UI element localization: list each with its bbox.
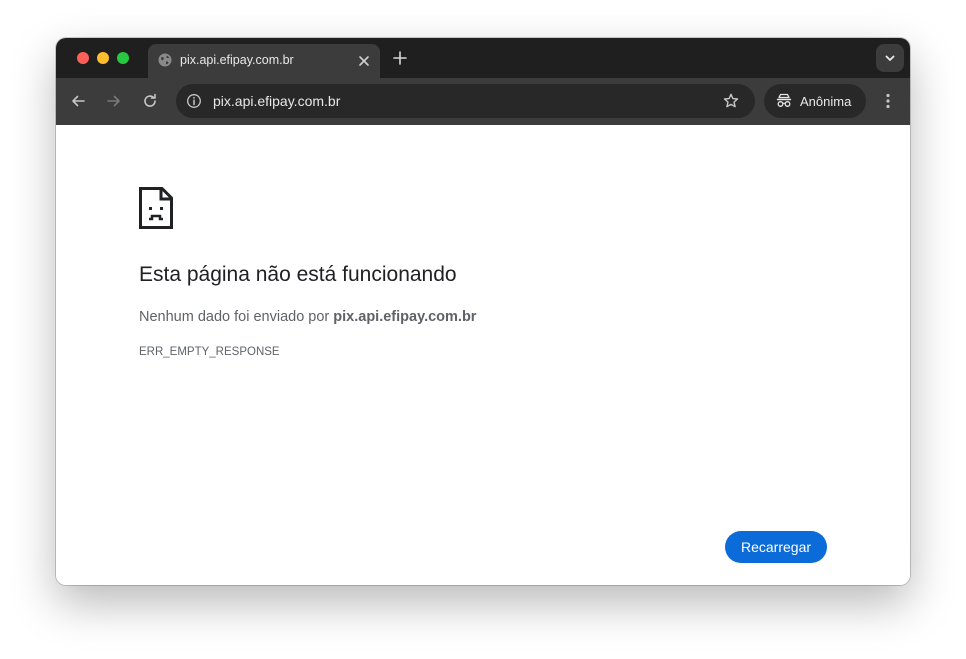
- close-window-button[interactable]: [77, 52, 89, 64]
- reload-icon[interactable]: [141, 92, 159, 110]
- new-tab-button[interactable]: [390, 48, 410, 68]
- browser-window: pix.api.efipay.com.br pix.api.efipay.com…: [56, 38, 910, 585]
- chevron-down-icon: [885, 55, 895, 61]
- error-host: pix.api.efipay.com.br: [333, 309, 477, 325]
- page-content: Esta página não está funcionando Nenhum …: [56, 125, 910, 585]
- tab-strip: pix.api.efipay.com.br: [56, 38, 910, 78]
- minimize-window-button[interactable]: [97, 52, 109, 64]
- incognito-indicator[interactable]: Anônima: [764, 84, 866, 118]
- url-text[interactable]: pix.api.efipay.com.br: [213, 93, 340, 109]
- sad-page-icon: [139, 187, 173, 229]
- reload-button[interactable]: Recarregar: [725, 531, 827, 563]
- info-icon[interactable]: [186, 93, 202, 109]
- globe-icon: [158, 53, 172, 67]
- error-description-text: Nenhum dado foi enviado por: [139, 309, 334, 325]
- incognito-label: Anônima: [800, 94, 852, 109]
- error-code: ERR_EMPTY_RESPONSE: [139, 346, 280, 358]
- tab-active[interactable]: pix.api.efipay.com.br: [148, 44, 380, 78]
- incognito-icon: [776, 93, 792, 107]
- kebab-menu-icon[interactable]: [878, 91, 898, 111]
- toolbar: pix.api.efipay.com.br Anônima: [56, 78, 910, 125]
- page-title: Esta página não está funcionando: [139, 263, 457, 286]
- close-icon[interactable]: [356, 53, 372, 69]
- forward-icon[interactable]: [105, 92, 123, 110]
- address-bar[interactable]: pix.api.efipay.com.br: [176, 84, 755, 118]
- error-description: Nenhum dado foi enviado por pix.api.efip…: [139, 309, 476, 325]
- tab-title: pix.api.efipay.com.br: [180, 53, 294, 67]
- back-icon[interactable]: [69, 92, 87, 110]
- zoom-window-button[interactable]: [117, 52, 129, 64]
- tab-search-button[interactable]: [876, 44, 904, 72]
- bookmark-star-icon[interactable]: [722, 92, 740, 110]
